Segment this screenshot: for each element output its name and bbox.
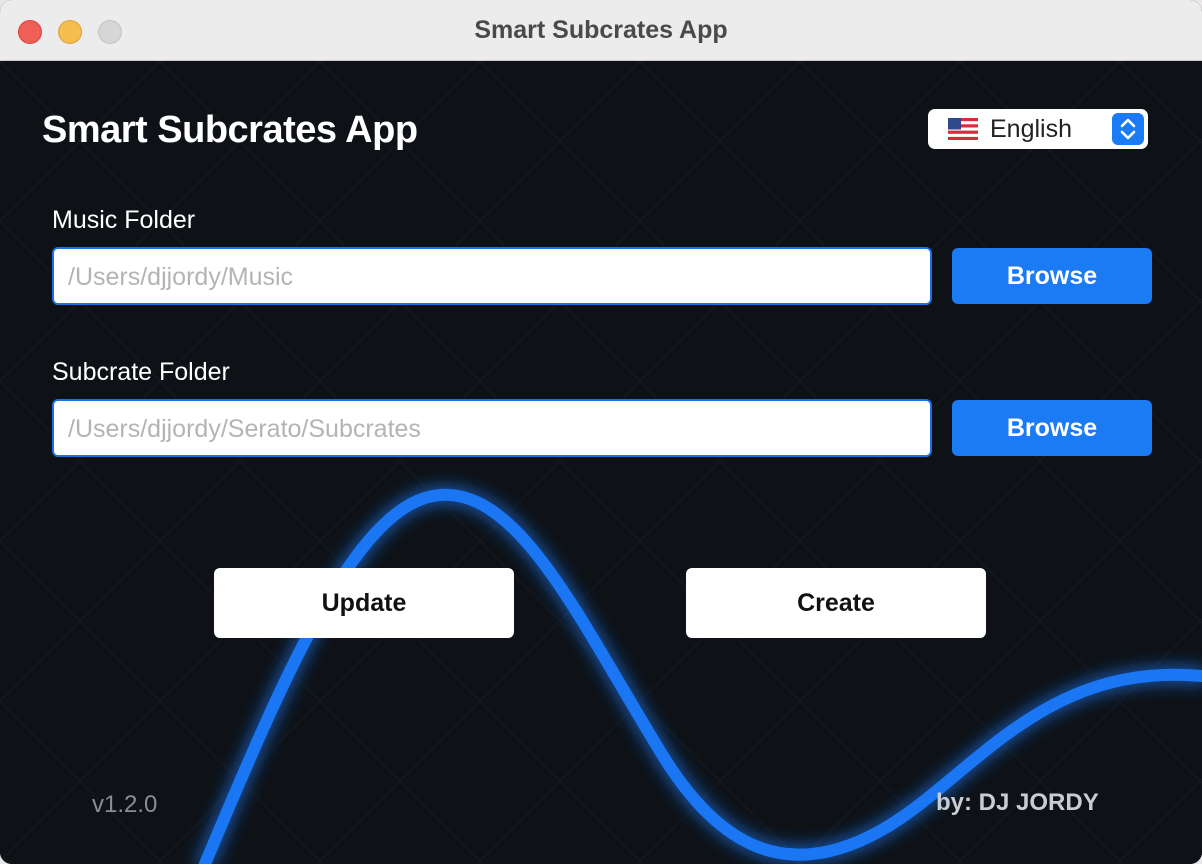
update-button[interactable]: Update bbox=[214, 568, 514, 638]
language-select[interactable]: English bbox=[928, 109, 1148, 149]
music-folder-placeholder: /Users/djjordy/Music bbox=[68, 263, 294, 291]
app-window: Smart Subcrates App Smart Subcrates App bbox=[0, 0, 1202, 864]
subcrate-folder-label: Subcrate Folder bbox=[52, 358, 230, 386]
music-folder-input[interactable]: /Users/djjordy/Music bbox=[52, 247, 932, 305]
language-label: English bbox=[990, 115, 1072, 143]
version-label: v1.2.0 bbox=[92, 791, 158, 818]
subcrate-folder-placeholder: /Users/djjordy/Serato/Subcrates bbox=[68, 415, 421, 443]
waveform-background bbox=[0, 61, 1202, 864]
app-title: Smart Subcrates App bbox=[42, 109, 418, 151]
create-button[interactable]: Create bbox=[686, 568, 986, 638]
music-folder-label: Music Folder bbox=[52, 206, 196, 234]
chevron-updown-icon[interactable] bbox=[1112, 113, 1144, 145]
app-content: Smart Subcrates App English Music Folder… bbox=[0, 61, 1202, 864]
window-title: Smart Subcrates App bbox=[474, 16, 728, 44]
title-bar: Smart Subcrates App bbox=[0, 0, 1202, 61]
subcrate-folder-input[interactable]: /Users/djjordy/Serato/Subcrates bbox=[52, 399, 932, 457]
music-browse-button[interactable]: Browse bbox=[952, 248, 1152, 304]
subcrate-browse-button[interactable]: Browse bbox=[952, 400, 1152, 456]
us-flag-icon bbox=[948, 118, 978, 140]
credit-label: by: DJ JORDY bbox=[936, 789, 1099, 816]
